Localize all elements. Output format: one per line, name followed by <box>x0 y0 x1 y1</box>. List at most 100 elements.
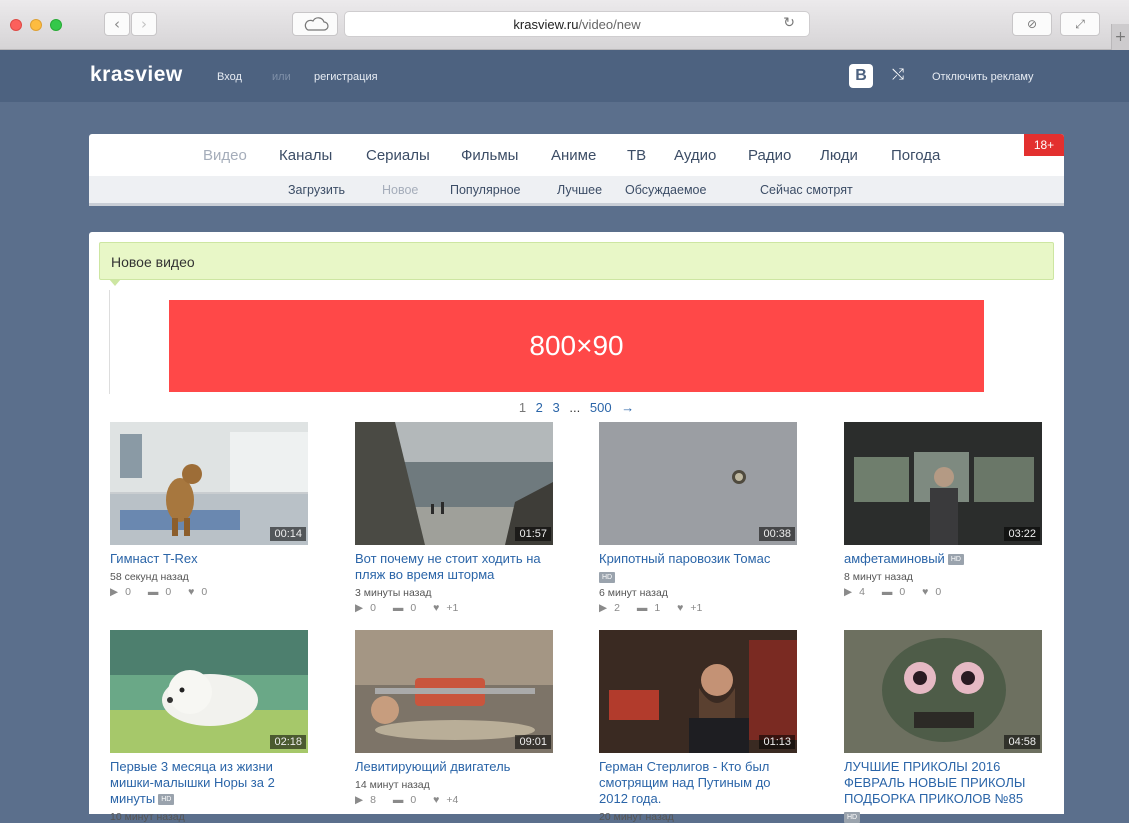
heart-icon: ♥ <box>433 602 440 614</box>
extension-icon: ⊘ <box>1026 17 1038 31</box>
nav-channels[interactable]: Каналы <box>279 147 332 164</box>
subnav-new[interactable]: Новое <box>382 183 418 197</box>
video-card[interactable]: 01:57 Вот почему не стоит ходить на пляж… <box>355 422 555 614</box>
disable-ads-link[interactable]: Отключить рекламу <box>932 71 1034 83</box>
views-stat: ▶ 0 <box>355 602 376 614</box>
video-card[interactable]: 01:13 Герман Стерлигов - Кто был смотрящ… <box>599 630 799 823</box>
nav-weather[interactable]: Погода <box>891 147 940 164</box>
nav-series[interactable]: Сериалы <box>366 147 430 164</box>
video-card[interactable]: 00:14 Гимнаст T-Rex 58 секунд назад ▶ 0 ▬… <box>110 422 310 598</box>
new-tab-button[interactable]: + <box>1111 24 1129 50</box>
video-title[interactable]: Гимнаст T-Rex <box>110 551 310 567</box>
minimize-window-button[interactable] <box>30 19 42 31</box>
video-title[interactable]: Герман Стерлигов - Кто был смотрящим над… <box>599 759 799 807</box>
video-title-text[interactable]: ЛУЧШИЕ ПРИКОЛЫ 2016 ФЕВРАЛЬ НОВЫЕ ПРИКОЛ… <box>844 759 1025 806</box>
next-page-arrow-icon[interactable]: → <box>621 400 634 415</box>
page-link-last[interactable]: 500 <box>590 400 612 415</box>
or-text: или <box>272 71 291 83</box>
comment-icon: ▬ <box>881 586 893 598</box>
video-stats: ▶ 0 ▬ 0 ♥ +1 <box>355 602 555 614</box>
views-stat: ▶ 0 <box>110 586 131 598</box>
video-title-text[interactable]: Герман Стерлигов - Кто был смотрящим над… <box>599 759 771 806</box>
fullscreen-button[interactable]: ⤢ <box>1060 12 1100 36</box>
video-thumbnail[interactable]: 01:57 <box>355 422 553 545</box>
video-stats: ▶ 4 ▬ 0 ♥ 0 <box>844 586 1044 598</box>
page-link[interactable]: 3 <box>553 400 560 415</box>
subnav-upload[interactable]: Загрузить <box>288 183 345 197</box>
nav-audio[interactable]: Аудио <box>674 147 716 164</box>
subnav-popular[interactable]: Популярное <box>450 183 521 197</box>
likes-stat: ♥ 0 <box>188 586 208 598</box>
comment-icon: ▬ <box>147 586 159 598</box>
video-title[interactable]: ЛУЧШИЕ ПРИКОЛЫ 2016 ФЕВРАЛЬ НОВЫЕ ПРИКОЛ… <box>844 759 1044 823</box>
reload-icon[interactable]: ↻ <box>783 15 795 31</box>
video-thumbnail[interactable]: 09:01 <box>355 630 553 753</box>
video-time: 6 минут назад <box>599 587 668 599</box>
subnav-discussed[interactable]: Обсуждаемое <box>625 183 706 197</box>
video-title-text[interactable]: Первые 3 месяца из жизни мишки-малышки Н… <box>110 759 275 806</box>
register-link[interactable]: регистрация <box>314 71 378 83</box>
video-time: 14 минут назад <box>355 779 430 791</box>
video-title-text[interactable]: амфетаминовый <box>844 551 945 566</box>
video-thumbnail[interactable]: 03:22 <box>844 422 1042 545</box>
plus-icon: + <box>1114 29 1127 45</box>
nav-video[interactable]: Видео <box>203 147 247 164</box>
video-title-text[interactable]: Крипотный паровозик Томас <box>599 551 770 566</box>
play-icon: ▶ <box>844 586 853 598</box>
play-icon: ▶ <box>355 602 364 614</box>
subnav-watching-now[interactable]: Сейчас смотрят <box>760 183 853 197</box>
video-title-text[interactable]: Левитирующий двигатель <box>355 759 510 774</box>
video-thumbnail[interactable]: 04:58 <box>844 630 1042 753</box>
video-title-text[interactable]: Гимнаст T-Rex <box>110 551 198 566</box>
zoom-window-button[interactable] <box>50 19 62 31</box>
video-card[interactable]: 09:01 Левитирующий двигатель 14 минут на… <box>355 630 555 806</box>
play-icon: ▶ <box>355 794 364 806</box>
video-thumbnail[interactable]: 00:38 <box>599 422 797 545</box>
video-title[interactable]: Левитирующий двигатель <box>355 759 555 775</box>
video-card[interactable]: 03:22 амфетаминовый HD 8 минут назад ▶ 4 ▬… <box>844 422 1044 598</box>
video-time: 3 минуты назад <box>355 587 432 599</box>
video-title[interactable]: Первые 3 месяца из жизни мишки-малышки Н… <box>110 759 310 807</box>
video-thumbnail[interactable]: 01:13 <box>599 630 797 753</box>
nav-movies[interactable]: Фильмы <box>461 147 518 164</box>
pagination: 1 2 3 ... 500 → <box>89 400 1064 415</box>
forward-button[interactable]: › <box>131 12 157 36</box>
ad-banner[interactable]: 800×90 <box>169 300 984 392</box>
video-card[interactable]: 02:18 Первые 3 месяца из жизни мишки-мал… <box>110 630 310 823</box>
vk-icon[interactable]: B <box>849 64 873 88</box>
expand-icon: ⤢ <box>1075 17 1085 31</box>
address-bar[interactable]: krasview.ru/video/new ↻ <box>344 11 810 37</box>
icloud-tabs-button[interactable] <box>292 12 338 36</box>
shuffle-icon[interactable]: ⤭ <box>892 65 904 83</box>
video-thumbnail[interactable]: 00:14 <box>110 422 308 545</box>
age-rating-badge: 18+ <box>1024 134 1064 156</box>
video-title[interactable]: Вот почему не стоит ходить на пляж во вр… <box>355 551 555 583</box>
video-title[interactable]: Крипотный паровозик Томас HD <box>599 551 799 583</box>
section-title: Новое видео <box>99 242 1054 280</box>
nav-people[interactable]: Люди <box>820 147 858 164</box>
nav-radio[interactable]: Радио <box>748 147 791 164</box>
nav-anime[interactable]: Аниме <box>551 147 596 164</box>
subnav-best[interactable]: Лучшее <box>557 183 602 197</box>
heart-icon: ♥ <box>433 794 440 806</box>
comment-icon: ▬ <box>392 794 404 806</box>
video-thumbnail[interactable]: 02:18 <box>110 630 308 753</box>
site-logo[interactable]: krasview <box>90 63 183 87</box>
video-duration: 01:13 <box>759 735 795 749</box>
video-title[interactable]: амфетаминовый HD <box>844 551 1044 567</box>
chevron-right-icon: › <box>141 15 147 33</box>
nav-tv[interactable]: ТВ <box>627 147 646 164</box>
extension-button[interactable]: ⊘ <box>1012 12 1052 36</box>
page-link[interactable]: 2 <box>536 400 543 415</box>
video-card[interactable]: 04:58 ЛУЧШИЕ ПРИКОЛЫ 2016 ФЕВРАЛЬ НОВЫЕ … <box>844 630 1044 823</box>
login-link[interactable]: Вход <box>217 71 242 83</box>
url-text: krasview.ru/video/new <box>513 17 641 32</box>
video-card[interactable]: 00:38 Крипотный паровозик Томас HD 6 мину… <box>599 422 799 614</box>
back-button[interactable]: ‹ <box>104 12 130 36</box>
sub-nav: Загрузить Новое Популярное Лучшее Обсужд… <box>89 176 1064 206</box>
video-duration: 01:57 <box>515 527 551 541</box>
video-title-text[interactable]: Вот почему не стоит ходить на пляж во вр… <box>355 551 541 582</box>
video-time: 58 секунд назад <box>110 571 189 583</box>
close-window-button[interactable] <box>10 19 22 31</box>
heart-icon: ♥ <box>922 586 929 598</box>
